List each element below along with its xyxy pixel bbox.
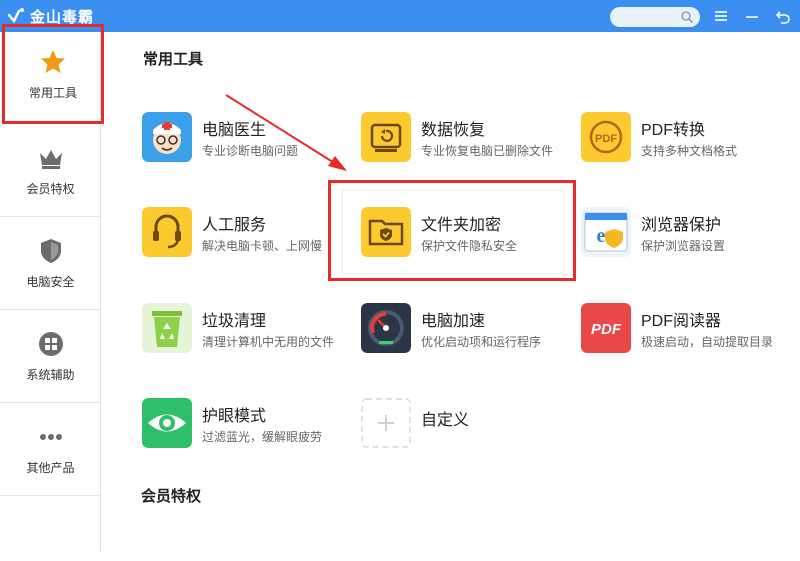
recycle-bin-icon [142, 303, 192, 353]
sidebar: 常用工具 会员特权 电脑安全 系统辅助 其他产品 [0, 24, 104, 551]
sidebar-item-label: 其他产品 [26, 460, 75, 475]
star-icon [41, 49, 65, 73]
tool-desc: 过滤蓝光，缓解眼疲劳 [202, 430, 323, 444]
svg-text:e: e [597, 225, 606, 247]
pdf-convert-icon: PDF [581, 112, 631, 162]
tool-name: PDF转换 [641, 122, 706, 139]
tool-pc-speedup[interactable]: 电脑加速 优化启动项和运行程序 [361, 303, 571, 363]
section-title-vip: 会员特权 [141, 488, 202, 505]
tool-name: 数据恢复 [421, 122, 486, 139]
headset-icon [142, 207, 192, 257]
tool-data-recovery[interactable]: 数据恢复 专业恢复电脑已删除文件 [361, 112, 571, 172]
tool-name: PDF阅读器 [641, 313, 722, 330]
browser-shield-icon: e [581, 207, 631, 257]
sidebar-item-label: 会员特权 [26, 181, 75, 196]
tool-desc: 专业诊断电脑问题 [202, 144, 299, 158]
doctor-icon [142, 112, 192, 162]
svg-text:PDF: PDF [591, 321, 622, 338]
data-recovery-icon [361, 112, 411, 162]
plus-icon [361, 398, 411, 448]
shield-icon [40, 238, 61, 263]
tool-name: 自定义 [421, 412, 470, 429]
tool-eye-protect[interactable]: 护眼模式 过滤蓝光，缓解眼疲劳 [142, 398, 352, 458]
tool-desc: 保护浏览器设置 [641, 239, 726, 253]
tool-desc: 专业恢复电脑已删除文件 [421, 144, 554, 158]
section-title-tools: 常用工具 [143, 51, 204, 68]
sidebar-item-other[interactable]: 其他产品 [0, 403, 101, 496]
crown-icon [39, 149, 62, 169]
tool-browser-protect[interactable]: e 浏览器保护 保护浏览器设置 [581, 207, 791, 267]
main-content: 常用工具 会员特权 [101, 32, 800, 551]
tool-name: 电脑加速 [421, 313, 486, 330]
annotation-highlight-box [328, 180, 576, 281]
sidebar-item-label: 常用工具 [28, 85, 77, 100]
more-icon [39, 433, 62, 440]
menu-icon[interactable] [713, 8, 729, 24]
tool-desc: 极速启动，自动提取目录 [641, 335, 774, 349]
tool-name: 护眼模式 [202, 408, 267, 425]
tool-desc: 解决电脑卡顿、上网慢 [202, 239, 323, 253]
pdf-reader-icon: PDF [581, 303, 631, 353]
tool-name: 人工服务 [202, 217, 267, 234]
tool-pdf-reader[interactable]: PDF PDF阅读器 极速启动，自动提取目录 [581, 303, 791, 363]
tool-desc: 优化启动项和运行程序 [421, 335, 542, 349]
speedometer-icon [361, 303, 411, 353]
tool-pdf-convert[interactable]: PDF PDF转换 支持多种文档格式 [581, 112, 791, 172]
eye-icon [142, 398, 192, 448]
tool-junk-clean[interactable]: 垃圾清理 清理计算机中无用的文件 [142, 303, 352, 363]
tool-manual-service[interactable]: 人工服务 解决电脑卡顿、上网慢 [142, 207, 352, 267]
tool-name: 浏览器保护 [641, 217, 722, 234]
back-icon[interactable] [775, 8, 791, 24]
tool-pc-doctor[interactable]: 电脑医生 专业诊断电脑问题 [142, 112, 352, 172]
tool-desc: 支持多种文档格式 [641, 144, 738, 158]
sidebar-item-label: 系统辅助 [26, 367, 75, 382]
search-icon[interactable] [680, 10, 694, 24]
svg-text:PDF: PDF [595, 133, 617, 145]
sidebar-item-security[interactable]: 电脑安全 [0, 217, 101, 310]
tool-name: 电脑医生 [202, 122, 267, 139]
sidebar-item-vip[interactable]: 会员特权 [0, 124, 101, 217]
sidebar-item-label: 电脑安全 [26, 274, 75, 289]
minimize-icon[interactable] [744, 8, 760, 24]
title-bar: 金山毒霸 [0, 0, 800, 32]
search-input[interactable] [610, 7, 700, 27]
sidebar-item-tools[interactable]: 常用工具 [2, 24, 104, 124]
sidebar-item-system[interactable]: 系统辅助 [0, 310, 101, 403]
tool-desc: 清理计算机中无用的文件 [202, 335, 335, 349]
app-window: 金山毒霸 常用工具 会员特权 电脑安全 系统辅助 其他产品 常用工具 会员特权 … [0, 0, 800, 561]
logo-icon [7, 8, 24, 24]
windows-icon [38, 331, 63, 356]
tool-name: 垃圾清理 [202, 313, 267, 330]
tool-custom[interactable]: 自定义 [361, 398, 571, 458]
